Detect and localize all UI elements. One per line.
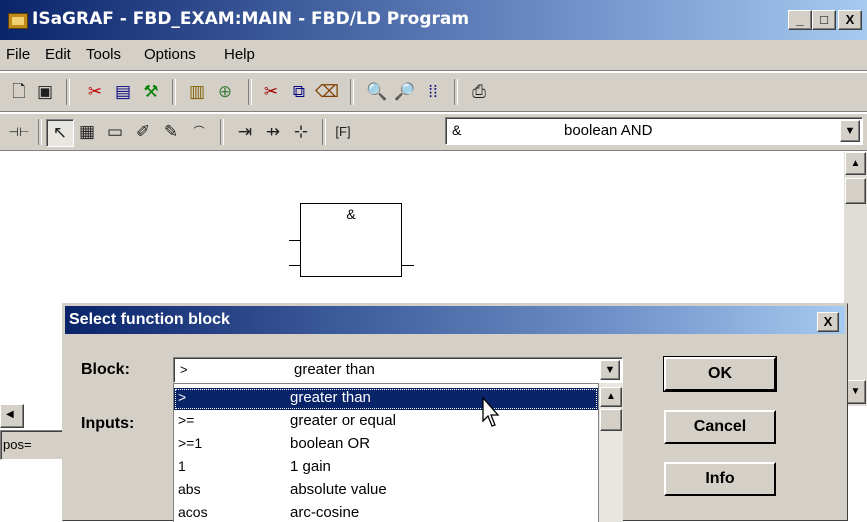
- paste-icon[interactable]: ⌫: [314, 79, 340, 105]
- maximize-button[interactable]: □: [812, 10, 836, 30]
- window-title: ISaGRAF - FBD_EXAM:MAIN - FBD/LD Program: [32, 9, 470, 29]
- menu-file[interactable]: File: [6, 46, 30, 63]
- list-scrollbar[interactable]: ▲: [599, 383, 623, 522]
- minimize-button[interactable]: _: [788, 10, 812, 30]
- list-item-description: boolean OR: [290, 435, 371, 452]
- save-icon[interactable]: ▣: [32, 79, 58, 105]
- list-item-symbol: >=1: [178, 435, 203, 451]
- scroll-left-icon[interactable]: ◀: [0, 404, 24, 428]
- contact-icon[interactable]: ⊣⊢: [6, 119, 32, 145]
- menu-edit[interactable]: Edit: [45, 46, 71, 63]
- close-button[interactable]: X: [838, 10, 862, 30]
- toolbar-separator: [322, 119, 326, 145]
- copy-icon[interactable]: ⧉: [286, 79, 312, 105]
- tools-icon[interactable]: ⚒: [138, 79, 164, 105]
- return-icon[interactable]: ⌒: [186, 119, 212, 145]
- list-item-symbol: >: [178, 389, 187, 405]
- print-icon[interactable]: ⎙: [466, 79, 492, 105]
- list-item-symbol: abs: [178, 481, 201, 497]
- function-icon[interactable]: [F]: [330, 119, 356, 145]
- function-block[interactable]: &: [300, 203, 402, 277]
- scroll-thumb[interactable]: [845, 178, 866, 204]
- menu-help[interactable]: Help: [224, 46, 255, 63]
- status-bar: pos=: [0, 430, 70, 460]
- monitor-icon[interactable]: ▤: [110, 79, 136, 105]
- list-item-symbol: >=: [178, 412, 195, 428]
- scroll-down-icon[interactable]: ▼: [845, 380, 866, 404]
- list-item[interactable]: >=1 boolean OR: [174, 434, 598, 456]
- dialog-title: Select function block: [69, 311, 230, 328]
- function-selector-description: boolean AND: [564, 122, 653, 139]
- scroll-up-icon[interactable]: ▲: [600, 387, 622, 407]
- jump-icon[interactable]: ⇥: [232, 119, 258, 145]
- label-icon[interactable]: ⇸: [260, 119, 286, 145]
- list-item[interactable]: abs absolute value: [174, 480, 598, 502]
- block-combo-description: greater than: [294, 361, 375, 378]
- function-block-list[interactable]: > greater than >= greater or equal >=1 b…: [173, 383, 599, 522]
- list-item-description: absolute value: [290, 481, 387, 498]
- list-item-description: 1 gain: [290, 458, 331, 475]
- input-pin[interactable]: [289, 265, 301, 266]
- list-item-description: arc-cosine: [290, 504, 360, 521]
- list-item[interactable]: acos arc-cosine: [174, 503, 598, 522]
- zoom-in-icon[interactable]: 🔎: [392, 79, 418, 105]
- toolbar-separator: [220, 119, 224, 145]
- scroll-thumb[interactable]: [600, 409, 622, 431]
- list-item[interactable]: >= greater or equal: [174, 411, 598, 433]
- inputs-label: Inputs:: [81, 415, 135, 432]
- new-document-icon[interactable]: 🗋: [6, 79, 32, 105]
- block-combo-symbol: >: [180, 362, 188, 377]
- output-pin[interactable]: [402, 265, 414, 266]
- dialog-title-bar[interactable]: Select function block X: [65, 306, 845, 334]
- toolbar-separator: [38, 119, 42, 145]
- toolbar-separator: [66, 79, 70, 105]
- cancel-button[interactable]: Cancel: [664, 410, 776, 444]
- info-button[interactable]: Info: [664, 462, 776, 496]
- mouse-cursor-icon: [482, 397, 500, 427]
- function-block-symbol: &: [346, 206, 356, 222]
- list-item-description: greater than: [290, 389, 371, 406]
- chevron-down-icon[interactable]: ▼: [600, 360, 620, 380]
- main-title-bar[interactable]: ISaGRAF - FBD_EXAM:MAIN - FBD/LD Program…: [0, 0, 867, 40]
- variable-icon[interactable]: ▭: [102, 119, 128, 145]
- list-item-description: greater or equal: [290, 412, 396, 429]
- select-arrow-icon[interactable]: ↖: [46, 119, 74, 147]
- status-text: pos=: [3, 437, 32, 452]
- toolbar-separator: [350, 79, 354, 105]
- menu-tools[interactable]: Tools: [86, 46, 121, 63]
- scroll-up-icon[interactable]: ▲: [845, 152, 866, 175]
- toolbar-separator: [248, 79, 252, 105]
- zoom-out-icon[interactable]: 🔍: [364, 79, 390, 105]
- input-pin[interactable]: [289, 240, 301, 241]
- isagraf-app-icon: [8, 13, 28, 29]
- ok-button[interactable]: OK: [664, 357, 776, 391]
- block-label: Block:: [81, 361, 130, 378]
- block-combo[interactable]: > greater than ▼: [173, 357, 623, 383]
- select-function-block-dialog: Select function block X Block: Inputs: >…: [62, 303, 848, 522]
- comment-icon[interactable]: ✎: [158, 119, 184, 145]
- toolbar-separator: [454, 79, 458, 105]
- list-item[interactable]: 1 1 gain: [174, 457, 598, 479]
- dictionary-icon[interactable]: ⊕: [212, 79, 238, 105]
- function-selector-symbol: &: [452, 122, 462, 138]
- cut-icon[interactable]: ✂: [258, 79, 284, 105]
- dialog-close-button[interactable]: X: [817, 312, 839, 332]
- toolbar-separator: [172, 79, 176, 105]
- list-item-symbol: acos: [178, 504, 208, 520]
- link-icon[interactable]: ✐: [130, 119, 156, 145]
- corner-icon[interactable]: ⊹: [288, 119, 314, 145]
- menu-bar: File Edit Tools Options Help: [0, 40, 867, 71]
- cut-abs-icon[interactable]: ✂: [82, 79, 108, 105]
- block-icon[interactable]: ▦: [74, 119, 100, 145]
- library-icon[interactable]: ▥: [184, 79, 210, 105]
- list-item[interactable]: > greater than: [174, 388, 598, 410]
- main-toolbar: 🗋 ▣ ✂ ▤ ⚒ ▥ ⊕ ✂ ⧉ ⌫ 🔍 🔎 ⁞⁞ ⎙: [0, 72, 867, 112]
- list-item-symbol: 1: [178, 458, 186, 474]
- function-selector-combo[interactable]: & boolean AND ▼: [445, 117, 863, 145]
- chevron-down-icon[interactable]: ▼: [840, 120, 860, 142]
- menu-options[interactable]: Options: [144, 46, 196, 63]
- grid-icon[interactable]: ⁞⁞: [420, 79, 446, 105]
